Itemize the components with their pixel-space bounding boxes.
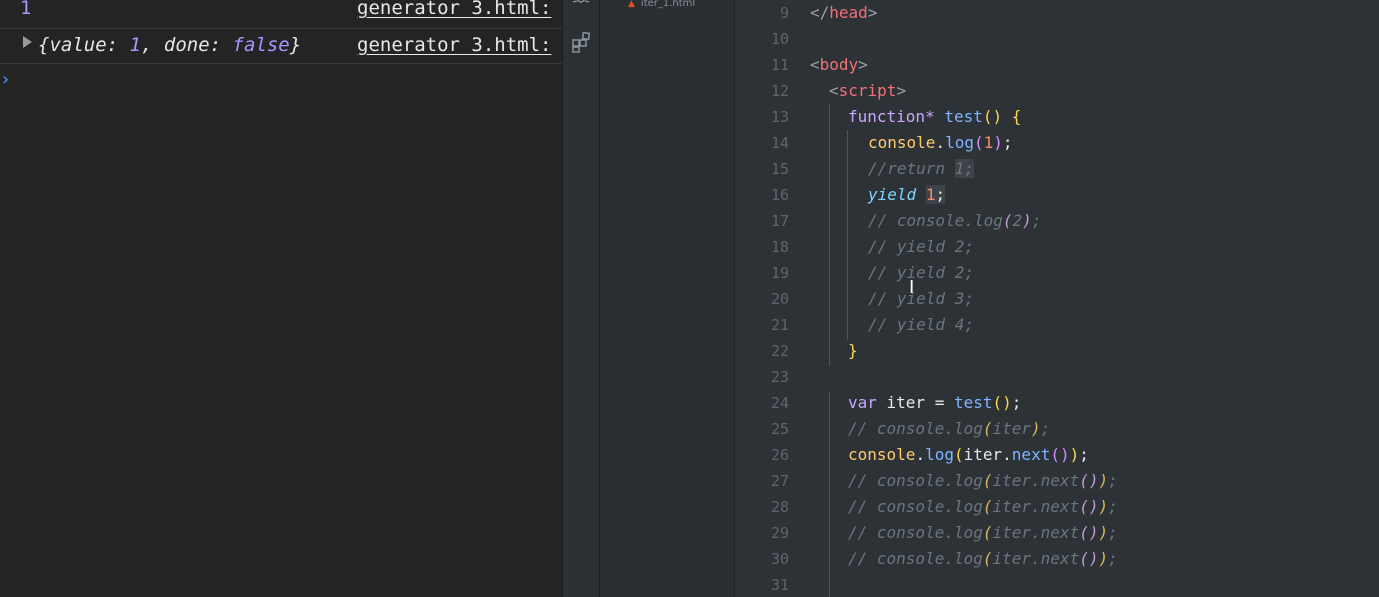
line-number: 23 (770, 368, 789, 386)
line-number: 19 (770, 264, 789, 282)
code-text: //return 1; (868, 159, 974, 178)
line-number: 31 (770, 576, 789, 594)
expand-triangle-icon[interactable] (23, 36, 32, 48)
code-line: 27 // console.log(iter.next()); (735, 468, 1379, 494)
code-text: // console.log(iter.next()); (848, 523, 1118, 542)
code-line: 26 console.log(iter.next()); (735, 442, 1379, 468)
line-number: 21 (770, 316, 789, 334)
code-text: yield 1; (868, 185, 946, 204)
code-line: 12 <script> (735, 78, 1379, 104)
code-line: 28 // console.log(iter.next()); (735, 494, 1379, 520)
code-text: <script> (829, 81, 907, 100)
code-line: 16 yield 1; (735, 182, 1379, 208)
line-number: 28 (770, 498, 789, 516)
code-editor[interactable]: 9 </head> 10 11 <body> 12 <script> 13 fu… (735, 0, 1379, 597)
line-number: 10 (770, 30, 789, 48)
code-text: // yield 4; (868, 315, 974, 334)
line-number: 27 (770, 472, 789, 490)
code-text: // console.log(iter.next()); (848, 549, 1118, 568)
console-log-row: 1 generator 3.html: (0, 0, 562, 29)
file-explorer: ▲ iter_1.html (600, 0, 735, 597)
code-line: 20 // yield 3; (735, 286, 1379, 312)
console-log-row: {value: 1, done: false} generator 3.html… (0, 29, 562, 64)
file-name: iter_1.html (640, 0, 696, 9)
code-line: 10 (735, 26, 1379, 52)
code-text: // console.log(iter.next()); (848, 471, 1118, 490)
line-number: 18 (770, 238, 789, 256)
code-text: // console.log(iter.next()); (848, 497, 1118, 516)
code-text: // yield 2; (868, 263, 974, 282)
code-line: 24 var iter = test(); (735, 390, 1379, 416)
code-line: 17 // console.log(2); (735, 208, 1379, 234)
code-line: 18 // yield 2; (735, 234, 1379, 260)
console-log-value: 1 (20, 0, 32, 19)
code-text: function* test() { (848, 107, 1022, 126)
code-text: // console.log(2); (868, 211, 1042, 230)
code-text: <body> (810, 55, 868, 74)
line-number: 11 (770, 56, 789, 74)
code-line: 11 <body> (735, 52, 1379, 78)
code-line: 13 function* test() { (735, 104, 1379, 130)
code-text: // yield 3; (868, 289, 974, 308)
html5-file-icon: ▲ (628, 0, 635, 9)
code-line: 29 // console.log(iter.next()); (735, 520, 1379, 546)
code-text: // yield 2; (868, 237, 974, 256)
debug-icon[interactable] (571, 0, 591, 13)
devtools-console: 1 generator 3.html: {value: 1, done: fal… (0, 0, 562, 597)
activity-bar (562, 0, 600, 597)
line-number: 17 (770, 212, 789, 230)
code-line: 23 (735, 364, 1379, 390)
console-source-link[interactable]: generator 3.html: (357, 31, 551, 59)
extensions-icon[interactable] (571, 31, 593, 57)
code-line: 19 // yield 2; (735, 260, 1379, 286)
code-line: 30 // console.log(iter.next()); (735, 546, 1379, 572)
code-line: 14 console.log(1); (735, 130, 1379, 156)
line-number: 20 (770, 290, 789, 308)
code-text: var iter = test(); (848, 393, 1022, 412)
line-number: 24 (770, 394, 789, 412)
code-line: 25 // console.log(iter); (735, 416, 1379, 442)
line-number: 12 (770, 82, 789, 100)
text-cursor-icon: I (909, 277, 915, 298)
line-number: 16 (770, 186, 789, 204)
console-source-link[interactable]: generator 3.html: (357, 0, 551, 22)
code-line: 22 } (735, 338, 1379, 364)
explorer-file-item[interactable]: ▲ iter_1.html (628, 0, 695, 9)
code-line: 9 </head> (735, 0, 1379, 26)
code-line: 15 //return 1; (735, 156, 1379, 182)
line-number: 14 (770, 134, 789, 152)
line-number: 26 (770, 446, 789, 464)
line-number: 13 (770, 108, 789, 126)
console-prompt[interactable]: › (0, 70, 11, 90)
code-text: // console.log(iter); (848, 419, 1051, 438)
code-text: console.log(iter.next()); (848, 445, 1089, 464)
code-text: console.log(1); (868, 133, 1013, 152)
line-number: 9 (779, 4, 789, 22)
code-line: 21 // yield 4; (735, 312, 1379, 338)
console-object-preview[interactable]: {value: 1, done: false} (38, 31, 301, 59)
line-number: 25 (770, 420, 789, 438)
line-number: 22 (770, 342, 789, 360)
line-number: 29 (770, 524, 789, 542)
line-number: 15 (770, 160, 789, 178)
code-line: 31 (735, 572, 1379, 597)
code-text: </head> (810, 3, 878, 22)
code-text: } (848, 341, 858, 360)
line-number: 30 (770, 550, 789, 568)
